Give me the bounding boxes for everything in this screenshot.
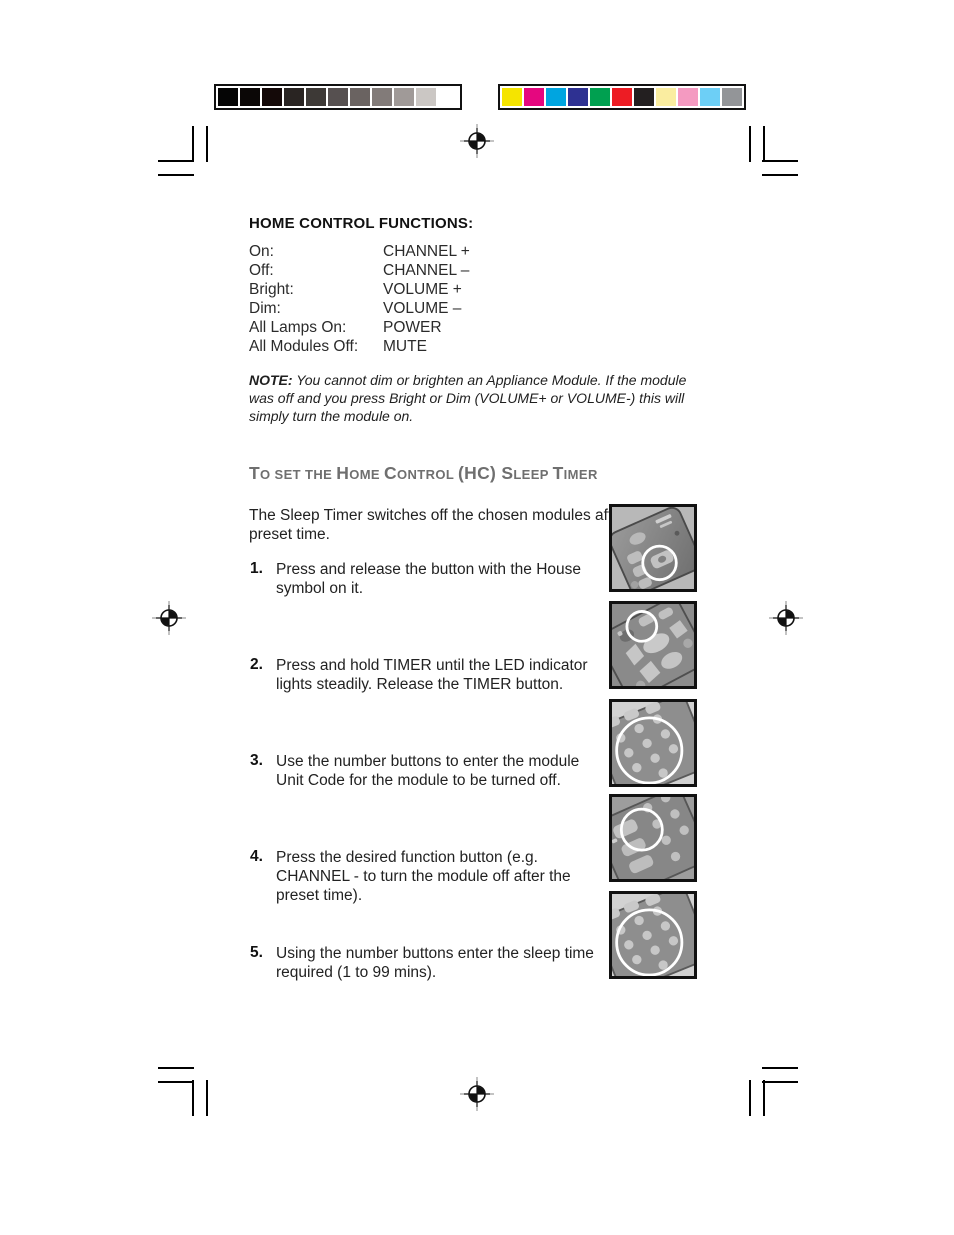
heading-cap-c: C — [384, 463, 397, 483]
function-value-label: VOLUME + — [383, 281, 462, 298]
calibration-patch — [546, 88, 566, 106]
calibration-patch — [590, 88, 610, 106]
calibration-patch — [678, 88, 698, 106]
function-mapping-row: All Modules Off: MUTE — [249, 338, 470, 357]
calibration-patch — [416, 88, 436, 106]
function-mapping-row: Bright: VOLUME + — [249, 281, 470, 300]
home-control-functions-title: HOME CONTROL FUNCTIONS: — [249, 215, 474, 232]
step-text: Press and release the button with the Ho… — [276, 561, 582, 597]
calibration-patch — [502, 88, 522, 106]
step-text: Press the desired function button (e.g. … — [276, 849, 571, 904]
remote-photo-house-button — [609, 504, 697, 592]
heading-cap-t: T — [249, 463, 260, 483]
remote-photo-timer-button — [609, 601, 697, 689]
registration-target-icon — [460, 124, 494, 158]
calibration-patch — [524, 88, 544, 106]
function-value-label: VOLUME – — [383, 300, 462, 317]
step-number: 1. — [250, 560, 263, 577]
function-value-label: MUTE — [383, 338, 427, 355]
registration-target-icon — [460, 1077, 494, 1111]
heading-cap-h: H — [336, 463, 350, 483]
crop-mark-top-right — [742, 126, 798, 182]
calibration-patch — [306, 88, 326, 106]
heading-sc-ome: OME — [349, 467, 385, 482]
step-text: Press and hold TIMER until the LED indic… — [276, 657, 588, 693]
calibration-patch — [612, 88, 632, 106]
calibration-patch — [372, 88, 392, 106]
calibration-patch — [218, 88, 238, 106]
function-value-label: CHANNEL + — [383, 243, 470, 260]
remote-photo-channel-button — [609, 794, 697, 882]
registration-target-icon — [769, 601, 803, 635]
calibration-patch — [394, 88, 414, 106]
heading-sc-imer: IMER — [563, 467, 598, 482]
calibration-patch — [328, 88, 348, 106]
note-label: NOTE: — [249, 372, 293, 388]
sleep-timer-heading: TO SET THE HOME CONTROL (HC) SLEEP TIMER — [249, 463, 701, 485]
heading-sc-o-set-the: O SET THE — [260, 467, 337, 482]
step-text: Use the number buttons to enter the modu… — [276, 753, 580, 789]
registration-target-icon — [152, 601, 186, 635]
note-paragraph: NOTE: You cannot dim or brighten an Appl… — [249, 371, 689, 425]
function-mapping-row: Off: CHANNEL – — [249, 262, 470, 281]
step-number: 5. — [250, 944, 263, 961]
calibration-patch — [240, 88, 260, 106]
crop-mark-bottom-left — [158, 1060, 214, 1116]
function-key-label: Dim: — [249, 300, 281, 317]
calibration-patch — [284, 88, 304, 106]
color-calibration-bar — [498, 84, 746, 110]
calibration-patch — [438, 88, 458, 106]
step-number: 4. — [250, 848, 263, 865]
function-key-label: Bright: — [249, 281, 294, 298]
calibration-patch — [656, 88, 676, 106]
calibration-patch — [700, 88, 720, 106]
function-key-label: Off: — [249, 262, 274, 279]
function-key-label: All Lamps On: — [249, 319, 347, 336]
function-mapping-row: All Lamps On: POWER — [249, 319, 470, 338]
function-mapping-row: Dim: VOLUME – — [249, 300, 470, 319]
heading-cap-s: S — [501, 463, 514, 483]
step-number: 3. — [250, 752, 263, 769]
heading-sc-leep: LEEP — [513, 467, 553, 482]
heading-hc: (HC) — [458, 463, 502, 483]
calibration-patch — [262, 88, 282, 106]
calibration-patch — [350, 88, 370, 106]
calibration-patch — [722, 88, 742, 106]
heading-cap-t2: T — [552, 463, 564, 483]
function-key-label: On: — [249, 243, 274, 260]
grayscale-calibration-bar — [214, 84, 462, 110]
step-number: 2. — [250, 656, 263, 673]
home-control-functions-table: On: CHANNEL + Off: CHANNEL – Bright: VOLUME +… — [249, 243, 470, 357]
remote-photo-number-keypad — [609, 891, 697, 979]
function-value-label: CHANNEL – — [383, 262, 470, 279]
crop-mark-top-left — [158, 126, 214, 182]
function-value-label: POWER — [383, 319, 442, 336]
calibration-patch — [568, 88, 588, 106]
remote-photo-number-keypad — [609, 699, 697, 787]
note-text: You cannot dim or brighten an Appliance … — [249, 372, 687, 424]
function-mapping-row: On: CHANNEL + — [249, 243, 470, 262]
calibration-patch — [634, 88, 654, 106]
step-text: Using the number buttons enter the sleep… — [276, 945, 594, 981]
crop-mark-bottom-right — [742, 1060, 798, 1116]
function-key-label: All Modules Off: — [249, 338, 359, 355]
heading-sc-ontrol: ONTROL — [396, 467, 459, 482]
